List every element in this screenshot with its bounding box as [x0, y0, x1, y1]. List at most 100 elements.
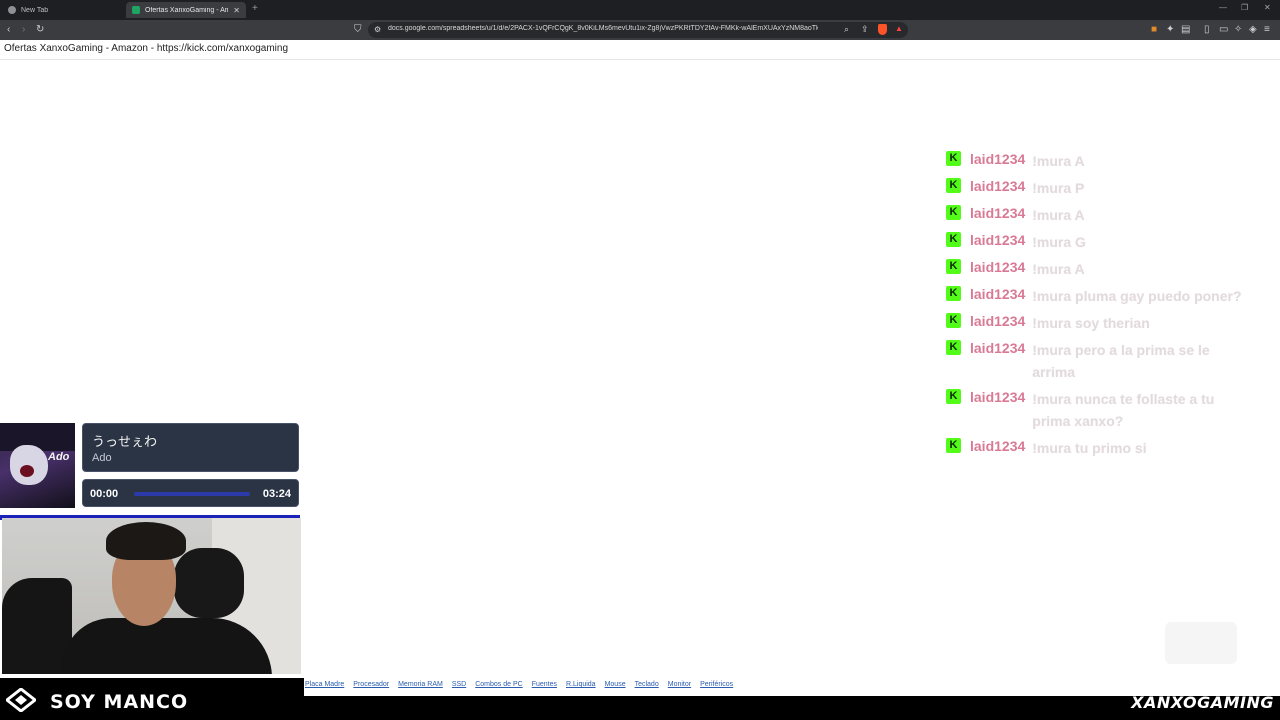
sheet-tab-link[interactable]: Combos de PC [475, 681, 522, 693]
browser-tab-bar: New Tab Ofertas XanxoGaming - Amazon ✕ +… [0, 0, 1280, 20]
share-icon[interactable]: ⇪ [861, 22, 869, 36]
time-track [134, 492, 250, 496]
tab-ofertas[interactable]: Ofertas XanxoGaming - Amazon ✕ [126, 2, 246, 18]
sheet-tab-link[interactable]: SSD [452, 681, 466, 693]
vpn-icon[interactable]: ◈ [1249, 23, 1257, 37]
webcam-hair [106, 522, 186, 560]
chat-username: laid1234 [970, 205, 1026, 221]
chat-message: Klaid1234 !mura pero a la prima se le arr… [946, 339, 1266, 383]
kick-badge-icon: K [946, 340, 961, 355]
chat-text: !mura P [1032, 180, 1085, 196]
sidebar-icon[interactable]: ▯ [1204, 23, 1210, 37]
chat-username: laid1234 [970, 259, 1026, 275]
channel-logo-icon [6, 688, 36, 712]
sheet-tab-link[interactable]: Teclado [635, 681, 659, 693]
chat-text: !mura pluma gay puedo poner? [1032, 288, 1242, 304]
close-tab-icon[interactable]: ✕ [233, 6, 240, 15]
page-title: Ofertas XanxoGaming - Amazon - https://k… [4, 43, 289, 54]
sheet-tab-link[interactable]: Periféricos [700, 681, 733, 693]
chat-text: !mura A [1032, 153, 1085, 169]
song-title: うっせぇわ [92, 434, 158, 449]
chat-username: laid1234 [970, 151, 1026, 167]
sheet-tab-link[interactable]: Procesador [353, 681, 389, 693]
screen: New Tab Ofertas XanxoGaming - Amazon ✕ +… [0, 0, 1280, 720]
menu-icon[interactable]: ≡ [1264, 23, 1270, 37]
chat-message: Klaid1234 !mura A [946, 204, 1266, 226]
album-art-text: Ado [48, 451, 70, 463]
bookmark-icon[interactable]: ⛉ [354, 23, 362, 37]
kick-badge-icon: K [946, 286, 961, 301]
chat-username: laid1234 [970, 389, 1026, 405]
album-art: Ado [0, 423, 75, 508]
chat-username: laid1234 [970, 178, 1026, 194]
webcam-chair [2, 578, 72, 674]
sheets-favicon-icon [132, 6, 140, 14]
chat-message: Klaid1234 !mura G [946, 231, 1266, 253]
restore-icon[interactable]: ❐ [1241, 3, 1248, 12]
overlay-left-text: SOY MANCO [50, 691, 189, 713]
kick-badge-icon: K [946, 151, 961, 166]
time-start: 00:00 [90, 488, 119, 500]
minimize-icon[interactable]: — [1219, 3, 1227, 12]
url-text: docs.google.com/spreadsheets/u/1/d/e/2PA… [388, 25, 818, 32]
chat-text: !mura G [1032, 234, 1086, 250]
site-settings-icon[interactable]: ⚙ [374, 23, 381, 37]
alert-icon[interactable]: ▲ [895, 24, 903, 33]
chat-text: !mura tu primo si [1032, 440, 1147, 456]
tab-new-tab[interactable]: New Tab [2, 2, 122, 18]
leo-icon[interactable]: ✧ [1234, 23, 1242, 37]
chat-username: laid1234 [970, 286, 1026, 302]
chat-text: !mura A [1032, 207, 1085, 223]
chat-text: !mura nunca te follaste a tu prima xanxo… [1032, 391, 1215, 429]
stream-chat: Klaid1234 !mura A Klaid1234 !mura P Klaid123… [946, 150, 1266, 464]
faded-overlay [1165, 622, 1237, 664]
now-playing-card: うっせぇわ Ado [82, 423, 299, 472]
kick-badge-icon: K [946, 205, 961, 220]
time-end: 03:24 [262, 488, 291, 500]
sheet-tab-link[interactable]: Monitor [668, 681, 691, 693]
divider [0, 59, 1280, 60]
chat-message: Klaid1234 !mura tu primo si [946, 437, 1266, 459]
puzzle-icon[interactable]: ✦ [1166, 23, 1174, 37]
tab-title: New Tab [21, 6, 49, 14]
tab-title: Ofertas XanxoGaming - Amazon [145, 6, 229, 14]
chat-message: Klaid1234 !mura A [946, 258, 1266, 280]
reload-icon[interactable]: ↻ [36, 23, 44, 37]
chat-text: !mura pero a la prima se le arrima [1032, 342, 1210, 380]
webcam-feed [2, 518, 301, 674]
zoom-icon[interactable]: ⌕ [844, 22, 849, 36]
kick-badge-icon: K [946, 389, 961, 404]
chat-message: Klaid1234 !mura pluma gay puedo poner? [946, 285, 1266, 307]
sheet-tab-link[interactable]: Placa Madre [305, 681, 344, 693]
webcam-arm [174, 548, 244, 618]
chat-username: laid1234 [970, 232, 1026, 248]
chat-text: !mura A [1032, 261, 1085, 277]
chat-username: laid1234 [970, 313, 1026, 329]
kick-badge-icon: K [946, 313, 961, 328]
kick-badge-icon: K [946, 232, 961, 247]
wallet-icon[interactable]: ▭ [1219, 23, 1228, 37]
kick-badge-icon: K [946, 438, 961, 453]
chat-message: Klaid1234 !mura nunca te follaste a tu pr… [946, 388, 1266, 432]
sheet-tabs-row: Placa Madre Procesador Memoria RAM SSD Combo… [305, 681, 733, 693]
address-bar[interactable]: ⚙ docs.google.com/spreadsheets/u/1/d/e/2… [368, 22, 908, 38]
brand-logo-text: XANXOGAMING [1131, 693, 1274, 712]
window-close-icon[interactable]: ✕ [1264, 3, 1271, 12]
sheet-tab-link[interactable]: R.Liquida [566, 681, 596, 693]
chat-message: Klaid1234 !mura A [946, 150, 1266, 172]
sheet-tab-link[interactable]: Fuentes [532, 681, 557, 693]
forward-icon[interactable]: › [22, 23, 25, 37]
brave-shield-icon[interactable] [878, 24, 887, 35]
extensions-icon[interactable]: ■ [1151, 23, 1157, 37]
chat-username: laid1234 [970, 438, 1026, 454]
downloads-icon[interactable]: ▤ [1181, 23, 1190, 37]
back-icon[interactable]: ‹ [7, 23, 10, 37]
kick-badge-icon: K [946, 259, 961, 274]
chat-message: Klaid1234 !mura soy therian [946, 312, 1266, 334]
sheet-tab-link[interactable]: Mouse [605, 681, 626, 693]
sheet-tab-link[interactable]: Memoria RAM [398, 681, 443, 693]
new-tab-button[interactable]: + [252, 3, 258, 14]
new-tab-favicon-icon [8, 6, 16, 14]
webcam-body [62, 618, 272, 674]
song-time-card: 00:00 03:24 [82, 479, 299, 507]
